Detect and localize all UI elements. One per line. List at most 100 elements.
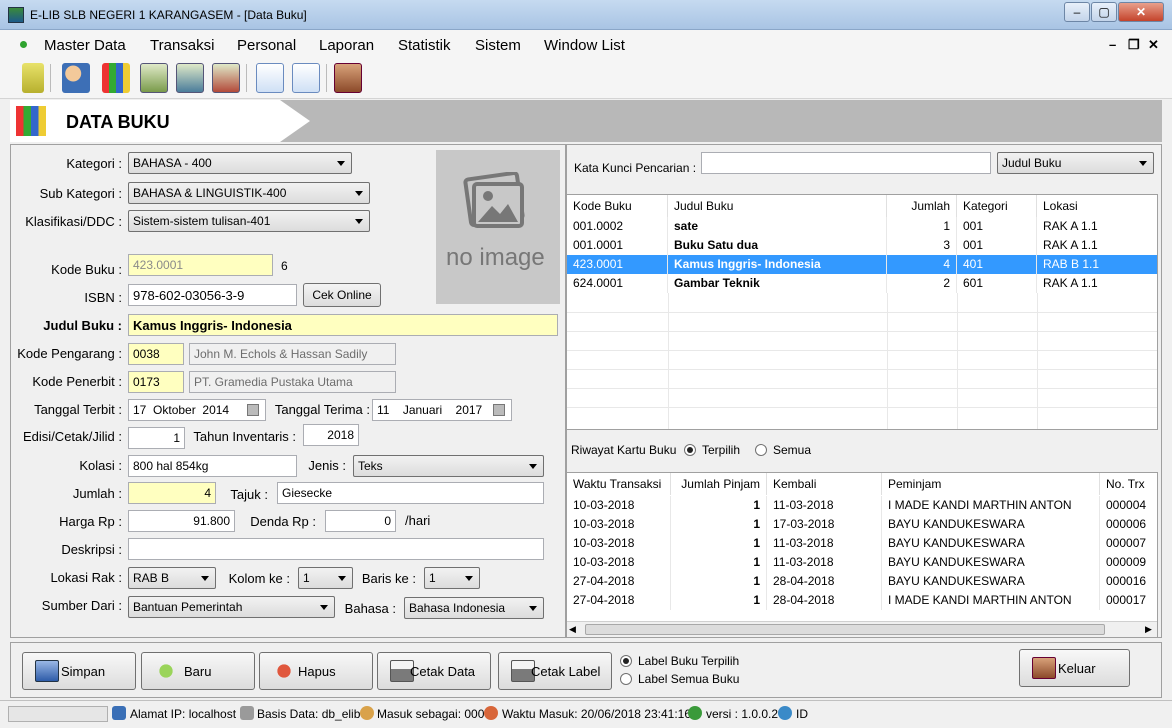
scroll-right-icon[interactable]: ▶ <box>1145 624 1152 635</box>
kolom-select[interactable]: 1 <box>298 567 353 589</box>
cell-judul: sate <box>668 217 887 236</box>
search-field-select[interactable]: Judul Buku <box>997 152 1154 174</box>
terima-date-picker[interactable]: 11 Januari 2017 <box>372 399 512 421</box>
close-button[interactable]: ✕ <box>1118 2 1164 22</box>
riwayat-terpilih-label[interactable]: Terpilih <box>702 443 740 457</box>
col-jumlah-pinjam[interactable]: Jumlah Pinjam <box>671 473 767 495</box>
mdi-close-button[interactable]: ✕ <box>1148 37 1159 53</box>
col-judul-buku[interactable]: Judul Buku <box>668 195 887 217</box>
menu-transaksi[interactable]: Transaksi <box>150 37 214 54</box>
riwayat-terpilih-radio[interactable] <box>684 444 696 456</box>
subkategori-select[interactable]: BAHASA & LINGUISTIK-400 <box>128 182 370 204</box>
menu-laporan[interactable]: Laporan <box>319 37 374 54</box>
menu-statistik[interactable]: Statistik <box>398 37 451 54</box>
col-jumlah[interactable]: Jumlah <box>887 195 957 217</box>
table-row[interactable]: 001.0002 sate 1 001 RAK A 1.1 <box>567 217 1157 236</box>
table-row[interactable]: 10-03-2018 1 17-03-2018 BAYU KANDUKESWAR… <box>567 515 1157 534</box>
riwayat-semua-label[interactable]: Semua <box>773 443 811 457</box>
terbit-day: 17 <box>133 403 147 417</box>
table-row[interactable]: 10-03-2018 1 11-03-2018 BAYU KANDUKESWAR… <box>567 553 1157 572</box>
klasifikasi-select[interactable]: Sistem-sistem tulisan-401 <box>128 210 370 232</box>
books-icon[interactable] <box>102 63 130 93</box>
judul-field[interactable]: Kamus Inggris- Indonesia <box>128 314 558 336</box>
kolasi-field[interactable]: 800 hal 854kg <box>128 455 297 477</box>
search-input[interactable] <box>701 152 991 174</box>
bahasa-select[interactable]: Bahasa Indonesia <box>404 597 544 619</box>
harga-field[interactable]: 91.800 <box>128 510 235 532</box>
menu-master-data[interactable]: Master Data <box>44 37 126 54</box>
scroll-left-icon[interactable]: ◀ <box>569 624 576 635</box>
pengarang-kode-field[interactable]: 0038 <box>128 343 184 365</box>
baru-button[interactable]: Baru <box>141 652 255 690</box>
cetak-label-button[interactable]: Cetak Label <box>498 652 612 690</box>
table-row[interactable]: 10-03-2018 1 11-03-2018 I MADE KANDI MAR… <box>567 496 1157 515</box>
borrow-icon[interactable] <box>140 63 168 93</box>
exit-icon[interactable] <box>334 63 362 93</box>
col-kode-buku[interactable]: Kode Buku <box>567 195 668 217</box>
col-no-trx[interactable]: No. Trx <box>1100 473 1157 495</box>
riwayat-semua-radio[interactable] <box>755 444 767 456</box>
calendar-icon[interactable] <box>247 404 259 416</box>
label-terpilih-text[interactable]: Label Buku Terpilih <box>638 654 739 668</box>
add-user-icon[interactable] <box>62 63 90 93</box>
deskripsi-field[interactable] <box>128 538 544 560</box>
return-icon[interactable] <box>176 63 204 93</box>
import-icon[interactable] <box>292 63 320 93</box>
terbit-date-picker[interactable]: 17 Oktober 2014 <box>128 399 266 421</box>
isbn-field[interactable]: 978-602-03056-3-9 <box>128 284 297 306</box>
judul-label: Judul Buku : <box>43 318 122 333</box>
simpan-button[interactable]: Simpan <box>22 652 136 690</box>
penerbit-kode-field[interactable]: 0173 <box>128 371 184 393</box>
mdi-minimize-button[interactable]: – <box>1109 37 1116 52</box>
col-kategori[interactable]: Kategori <box>957 195 1037 217</box>
calendar-icon[interactable] <box>493 404 505 416</box>
key-icon[interactable] <box>22 63 44 93</box>
cek-online-button[interactable]: Cek Online <box>303 283 381 307</box>
export-icon[interactable] <box>256 63 284 93</box>
menu-bar: Master Data Transaksi Personal Laporan S… <box>0 30 1172 59</box>
baris-select[interactable]: 1 <box>424 567 480 589</box>
hapus-label: Hapus <box>298 664 336 679</box>
table-row[interactable]: 27-04-2018 1 28-04-2018 I MADE KANDI MAR… <box>567 591 1157 610</box>
delete-loan-icon[interactable] <box>212 63 240 93</box>
table-row[interactable]: 001.0001 Buku Satu dua 3 001 RAK A 1.1 <box>567 236 1157 255</box>
hapus-button[interactable]: Hapus <box>259 652 373 690</box>
denda-field[interactable]: 0 <box>325 510 396 532</box>
edisi-field[interactable]: 1 <box>128 427 185 449</box>
cetak-data-button[interactable]: Cetak Data <box>377 652 491 690</box>
col-waktu-transaksi[interactable]: Waktu Transaksi <box>567 473 671 495</box>
menu-personal[interactable]: Personal <box>237 37 296 54</box>
grid-line <box>887 293 888 429</box>
kolasi-label: Kolasi : <box>79 458 122 473</box>
mdi-restore-button[interactable]: ❐ <box>1128 37 1140 53</box>
label-semua-text[interactable]: Label Semua Buku <box>638 672 739 686</box>
col-lokasi[interactable]: Lokasi <box>1037 195 1157 217</box>
maximize-button[interactable]: ▢ <box>1091 2 1117 22</box>
kode-buku-field[interactable]: 423.0001 <box>128 254 273 276</box>
tajuk-field[interactable]: Giesecke <box>277 482 544 504</box>
lokasi-select[interactable]: RAB B <box>128 567 216 589</box>
kategori-select[interactable]: BAHASA - 400 <box>128 152 352 174</box>
jenis-select[interactable]: Teks <box>353 455 544 477</box>
menu-sistem[interactable]: Sistem <box>475 37 521 54</box>
label-terpilih-radio[interactable] <box>620 655 632 667</box>
label-semua-radio[interactable] <box>620 673 632 685</box>
minimize-button[interactable]: ‒ <box>1064 2 1090 22</box>
inventaris-field[interactable]: 2018 <box>303 424 359 446</box>
table-row[interactable]: 27-04-2018 1 28-04-2018 BAYU KANDUKESWAR… <box>567 572 1157 591</box>
table-row[interactable]: 624.0001 Gambar Teknik 2 601 RAK A 1.1 <box>567 274 1157 293</box>
col-peminjam[interactable]: Peminjam <box>882 473 1100 495</box>
jumlah-field[interactable]: 4 <box>128 482 216 504</box>
sumber-label: Sumber Dari : <box>41 598 122 613</box>
horizontal-scrollbar[interactable]: ◀ ▶ <box>567 621 1157 637</box>
scrollbar-thumb[interactable] <box>585 624 1105 635</box>
sumber-select[interactable]: Bantuan Pemerintah <box>128 596 335 618</box>
keluar-button[interactable]: Keluar <box>1019 649 1130 687</box>
col-kembali[interactable]: Kembali <box>767 473 882 495</box>
table-row[interactable]: 10-03-2018 1 11-03-2018 BAYU KANDUKESWAR… <box>567 534 1157 553</box>
menu-window-list[interactable]: Window List <box>544 37 625 54</box>
table-row-selected[interactable]: 423.0001 Kamus Inggris- Indonesia 4 401 … <box>567 255 1157 274</box>
cell-waktu: 10-03-2018 <box>567 515 671 534</box>
grid-line <box>567 388 1157 389</box>
cell-kembali: 11-03-2018 <box>767 534 882 553</box>
